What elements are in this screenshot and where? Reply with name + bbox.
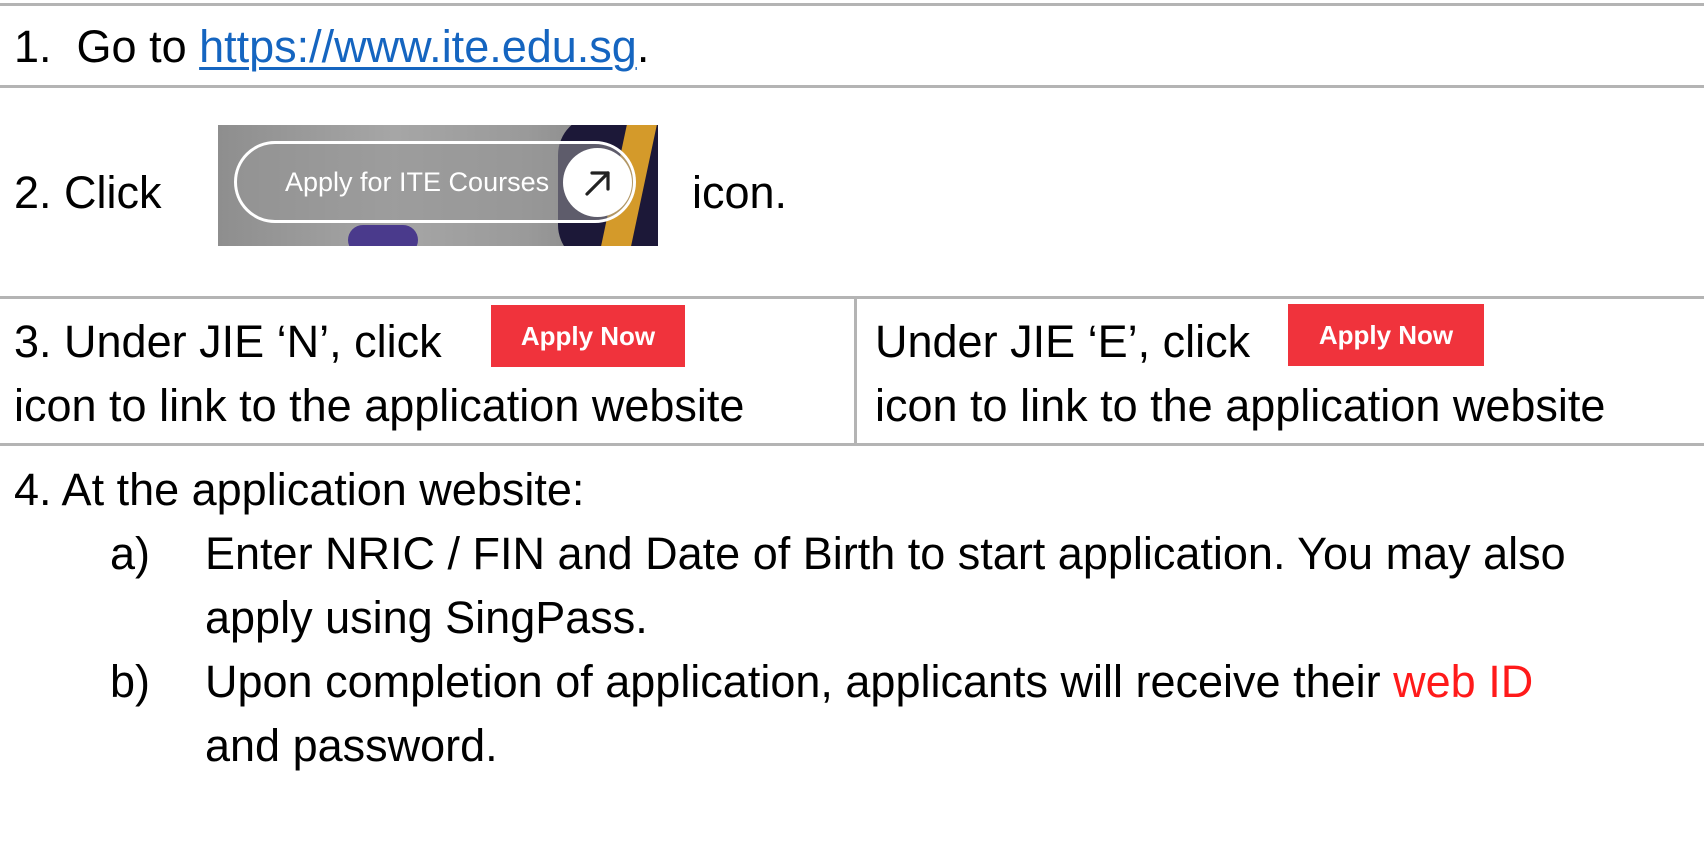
step4-item-a-line1: Enter NRIC / FIN and Date of Birth to st… xyxy=(205,528,1566,579)
apply-now-button-jie-n[interactable]: Apply Now xyxy=(491,305,685,367)
step4-item-b-line1: Upon completion of application, applican… xyxy=(205,654,1533,710)
web-id-highlight: web ID xyxy=(1393,656,1534,707)
step4-item-b-marker: b) xyxy=(110,656,151,707)
row1-bottom-rule xyxy=(0,85,1704,88)
step3-right-line2: icon to link to the application website xyxy=(875,380,1606,431)
step1-prefix: 1. Go to xyxy=(14,21,200,72)
step4-item-b-line2: and password. xyxy=(205,720,498,771)
table-top-rule xyxy=(0,3,1704,6)
step3-left-line1: 3. Under JIE ‘N’, click xyxy=(14,316,442,367)
step4-item-a-line2: apply using SingPass. xyxy=(205,592,648,643)
apply-for-ite-courses-pill: Apply for ITE Courses xyxy=(234,141,636,223)
row2-bottom-rule xyxy=(0,296,1704,299)
arrow-up-right-icon xyxy=(585,171,610,196)
step4-item-a-marker: a) xyxy=(110,528,151,579)
apply-for-ite-courses-label: Apply for ITE Courses xyxy=(285,167,550,197)
row3-column-divider xyxy=(854,296,857,446)
step4-item-b-text: Upon completion of application, applican… xyxy=(205,656,1394,707)
banner-illustration-shape xyxy=(348,225,418,246)
step1-text: 1. Go to https://www.ite.edu.sg. xyxy=(14,19,649,75)
step3-right-line1: Under JIE ‘E’, click xyxy=(875,316,1251,367)
apply-now-button-jie-e[interactable]: Apply Now xyxy=(1288,304,1484,366)
row3-bottom-rule xyxy=(0,443,1704,446)
ite-website-link[interactable]: https://www.ite.edu.sg xyxy=(199,21,637,72)
step2-prefix: 2. Click xyxy=(14,167,162,218)
step4-heading: 4. At the application website: xyxy=(14,464,585,515)
arrow-circle xyxy=(563,148,632,217)
step3-left-line2: icon to link to the application website xyxy=(14,380,745,431)
apply-for-ite-courses-image[interactable]: Apply for ITE Courses xyxy=(218,125,658,246)
step2-suffix: icon. xyxy=(692,167,788,218)
step1-suffix: . xyxy=(636,21,650,72)
